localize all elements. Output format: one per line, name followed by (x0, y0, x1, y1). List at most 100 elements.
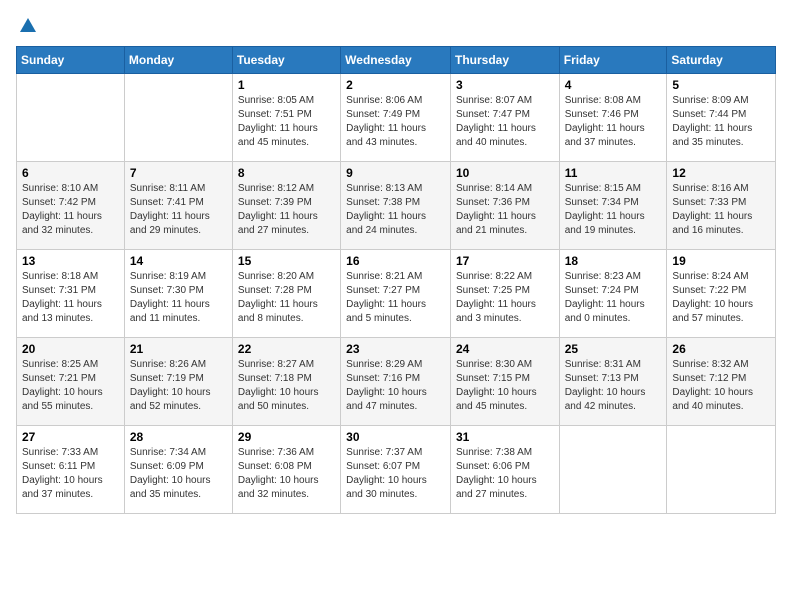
calendar-cell: 19 Sunrise: 8:24 AM Sunset: 7:22 PM Dayli… (667, 250, 776, 338)
day-header-saturday: Saturday (667, 47, 776, 74)
day-number: 25 (565, 342, 662, 356)
day-info: Sunrise: 8:23 AM Sunset: 7:24 PM Dayligh… (565, 270, 662, 326)
day-number: 10 (456, 166, 554, 180)
day-info: Sunrise: 8:06 AM Sunset: 7:49 PM Dayligh… (346, 94, 445, 150)
calendar-cell (667, 426, 776, 514)
day-info: Sunrise: 8:15 AM Sunset: 7:34 PM Dayligh… (565, 182, 662, 238)
day-info: Sunrise: 7:34 AM Sunset: 6:09 PM Dayligh… (130, 446, 227, 502)
calendar-cell: 7Sunrise: 8:11 AM Sunset: 7:41 PM Daylig… (124, 162, 232, 250)
day-info: Sunrise: 7:33 AM Sunset: 6:11 PM Dayligh… (22, 446, 119, 502)
day-header-friday: Friday (559, 47, 667, 74)
day-info: Sunrise: 8:08 AM Sunset: 7:46 PM Dayligh… (565, 94, 662, 150)
calendar-week-2: 6Sunrise: 8:10 AM Sunset: 7:42 PM Daylig… (17, 162, 776, 250)
calendar-cell: 10 Sunrise: 8:14 AM Sunset: 7:36 PM Dayli… (450, 162, 559, 250)
day-number: 14 (130, 254, 227, 268)
header-row: SundayMondayTuesdayWednesdayThursdayFrid… (17, 47, 776, 74)
day-header-tuesday: Tuesday (232, 47, 340, 74)
day-number: 12 (672, 166, 770, 180)
day-info: Sunrise: 8:27 AM Sunset: 7:18 PM Dayligh… (238, 358, 335, 414)
day-number: 20 (22, 342, 119, 356)
calendar-week-4: 20 Sunrise: 8:25 AM Sunset: 7:21 PM Dayli… (17, 338, 776, 426)
day-info: Sunrise: 8:24 AM Sunset: 7:22 PM Dayligh… (672, 270, 770, 326)
day-number: 30 (346, 430, 445, 444)
day-number: 17 (456, 254, 554, 268)
calendar-cell: 6Sunrise: 8:10 AM Sunset: 7:42 PM Daylig… (17, 162, 125, 250)
calendar-cell: 14 Sunrise: 8:19 AM Sunset: 7:30 PM Dayli… (124, 250, 232, 338)
day-number: 18 (565, 254, 662, 268)
day-info: Sunrise: 7:38 AM Sunset: 6:06 PM Dayligh… (456, 446, 554, 502)
day-header-sunday: Sunday (17, 47, 125, 74)
day-number: 3 (456, 78, 554, 92)
calendar-cell: 4 Sunrise: 8:08 AM Sunset: 7:46 PM Daylig… (559, 74, 667, 162)
day-number: 11 (565, 166, 662, 180)
day-info: Sunrise: 8:11 AM Sunset: 7:41 PM Dayligh… (130, 182, 227, 238)
calendar-cell: 8Sunrise: 8:12 AM Sunset: 7:39 PM Daylig… (232, 162, 340, 250)
calendar-cell: 24Sunrise: 8:30 AM Sunset: 7:15 PM Dayli… (450, 338, 559, 426)
day-info: Sunrise: 8:14 AM Sunset: 7:36 PM Dayligh… (456, 182, 554, 238)
day-number: 26 (672, 342, 770, 356)
calendar-cell: 29Sunrise: 7:36 AM Sunset: 6:08 PM Dayli… (232, 426, 340, 514)
day-info: Sunrise: 8:22 AM Sunset: 7:25 PM Dayligh… (456, 270, 554, 326)
calendar-cell: 31 Sunrise: 7:38 AM Sunset: 6:06 PM Dayli… (450, 426, 559, 514)
calendar-table: SundayMondayTuesdayWednesdayThursdayFrid… (16, 46, 776, 514)
day-info: Sunrise: 8:10 AM Sunset: 7:42 PM Dayligh… (22, 182, 119, 238)
day-header-monday: Monday (124, 47, 232, 74)
day-info: Sunrise: 8:13 AM Sunset: 7:38 PM Dayligh… (346, 182, 445, 238)
day-info: Sunrise: 8:32 AM Sunset: 7:12 PM Dayligh… (672, 358, 770, 414)
day-number: 28 (130, 430, 227, 444)
calendar-header: SundayMondayTuesdayWednesdayThursdayFrid… (17, 47, 776, 74)
calendar-cell: 22 Sunrise: 8:27 AM Sunset: 7:18 PM Dayli… (232, 338, 340, 426)
day-number: 19 (672, 254, 770, 268)
logo-icon (18, 16, 38, 36)
day-info: Sunrise: 8:29 AM Sunset: 7:16 PM Dayligh… (346, 358, 445, 414)
calendar-body: 1 Sunrise: 8:05 AM Sunset: 7:51 PM Daylig… (17, 74, 776, 514)
calendar-cell: 21Sunrise: 8:26 AM Sunset: 7:19 PM Dayli… (124, 338, 232, 426)
calendar-cell: 5 Sunrise: 8:09 AM Sunset: 7:44 PM Daylig… (667, 74, 776, 162)
day-info: Sunrise: 8:16 AM Sunset: 7:33 PM Dayligh… (672, 182, 770, 238)
calendar-cell: 3 Sunrise: 8:07 AM Sunset: 7:47 PM Daylig… (450, 74, 559, 162)
calendar-cell: 13 Sunrise: 8:18 AM Sunset: 7:31 PM Dayli… (17, 250, 125, 338)
calendar-cell: 20 Sunrise: 8:25 AM Sunset: 7:21 PM Dayli… (17, 338, 125, 426)
day-number: 16 (346, 254, 445, 268)
day-info: Sunrise: 7:36 AM Sunset: 6:08 PM Dayligh… (238, 446, 335, 502)
calendar-cell: 17 Sunrise: 8:22 AM Sunset: 7:25 PM Dayli… (450, 250, 559, 338)
calendar-cell: 26 Sunrise: 8:32 AM Sunset: 7:12 PM Dayli… (667, 338, 776, 426)
day-info: Sunrise: 8:19 AM Sunset: 7:30 PM Dayligh… (130, 270, 227, 326)
calendar-cell: 12 Sunrise: 8:16 AM Sunset: 7:33 PM Dayli… (667, 162, 776, 250)
calendar-cell: 23 Sunrise: 8:29 AM Sunset: 7:16 PM Dayli… (341, 338, 451, 426)
day-header-wednesday: Wednesday (341, 47, 451, 74)
calendar-cell: 18 Sunrise: 8:23 AM Sunset: 7:24 PM Dayli… (559, 250, 667, 338)
day-info: Sunrise: 7:37 AM Sunset: 6:07 PM Dayligh… (346, 446, 445, 502)
day-header-thursday: Thursday (450, 47, 559, 74)
page-header (16, 16, 776, 36)
day-info: Sunrise: 8:31 AM Sunset: 7:13 PM Dayligh… (565, 358, 662, 414)
calendar-cell: 27Sunrise: 7:33 AM Sunset: 6:11 PM Dayli… (17, 426, 125, 514)
logo (16, 16, 38, 36)
day-info: Sunrise: 8:09 AM Sunset: 7:44 PM Dayligh… (672, 94, 770, 150)
calendar-week-5: 27Sunrise: 7:33 AM Sunset: 6:11 PM Dayli… (17, 426, 776, 514)
day-number: 9 (346, 166, 445, 180)
day-number: 5 (672, 78, 770, 92)
calendar-cell: 30 Sunrise: 7:37 AM Sunset: 6:07 PM Dayli… (341, 426, 451, 514)
calendar-cell: 15 Sunrise: 8:20 AM Sunset: 7:28 PM Dayli… (232, 250, 340, 338)
day-number: 23 (346, 342, 445, 356)
calendar-cell: 28 Sunrise: 7:34 AM Sunset: 6:09 PM Dayli… (124, 426, 232, 514)
day-number: 1 (238, 78, 335, 92)
day-number: 4 (565, 78, 662, 92)
day-number: 24 (456, 342, 554, 356)
day-number: 13 (22, 254, 119, 268)
calendar-cell: 1 Sunrise: 8:05 AM Sunset: 7:51 PM Daylig… (232, 74, 340, 162)
day-info: Sunrise: 8:18 AM Sunset: 7:31 PM Dayligh… (22, 270, 119, 326)
day-info: Sunrise: 8:07 AM Sunset: 7:47 PM Dayligh… (456, 94, 554, 150)
day-number: 15 (238, 254, 335, 268)
day-number: 31 (456, 430, 554, 444)
calendar-cell (559, 426, 667, 514)
day-info: Sunrise: 8:20 AM Sunset: 7:28 PM Dayligh… (238, 270, 335, 326)
calendar-cell: 11 Sunrise: 8:15 AM Sunset: 7:34 PM Dayli… (559, 162, 667, 250)
day-info: Sunrise: 8:05 AM Sunset: 7:51 PM Dayligh… (238, 94, 335, 150)
day-info: Sunrise: 8:25 AM Sunset: 7:21 PM Dayligh… (22, 358, 119, 414)
calendar-week-3: 13 Sunrise: 8:18 AM Sunset: 7:31 PM Dayli… (17, 250, 776, 338)
day-number: 22 (238, 342, 335, 356)
calendar-cell: 9 Sunrise: 8:13 AM Sunset: 7:38 PM Daylig… (341, 162, 451, 250)
day-info: Sunrise: 8:26 AM Sunset: 7:19 PM Dayligh… (130, 358, 227, 414)
